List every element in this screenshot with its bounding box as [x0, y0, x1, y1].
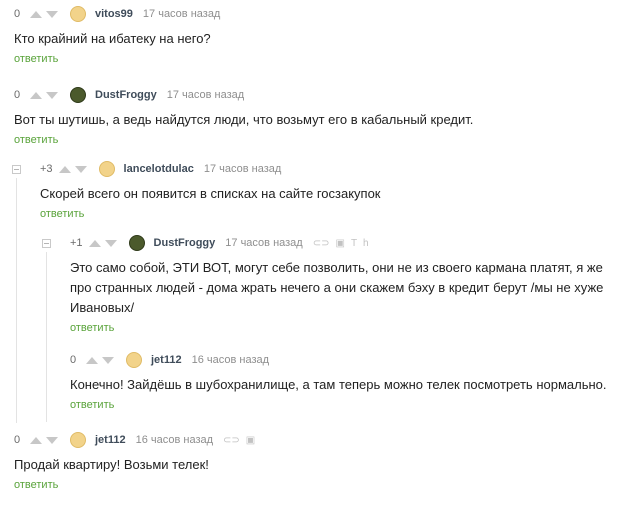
- comment-rating: 0: [70, 354, 77, 366]
- comment: +3 lancelotdulac 17 часов назад Скорей в…: [40, 160, 610, 220]
- username[interactable]: jet112: [151, 354, 182, 366]
- hide-icon[interactable]: h: [363, 238, 369, 249]
- downvote-icon[interactable]: [102, 356, 114, 364]
- comment-rating: 0: [14, 8, 21, 20]
- username[interactable]: vitos99: [95, 8, 133, 20]
- comment-rating: +3: [40, 163, 53, 175]
- comment-time[interactable]: 17 часов назад: [167, 89, 244, 101]
- link-icon[interactable]: ⊂⊃: [313, 238, 330, 249]
- comment-tools: ⊂⊃ ▣: [223, 435, 255, 446]
- reply-link[interactable]: ответить: [40, 208, 610, 220]
- thread-line: [46, 252, 47, 422]
- downvote-icon[interactable]: [46, 10, 58, 18]
- downvote-icon[interactable]: [46, 91, 58, 99]
- comment-text: Это само собой, ЭТИ ВОТ, могут себе позв…: [70, 260, 604, 315]
- username[interactable]: lancelotdulac: [124, 163, 194, 175]
- text-size-icon[interactable]: T: [351, 238, 357, 249]
- reply-link[interactable]: ответить: [14, 479, 614, 491]
- upvote-icon[interactable]: [88, 239, 101, 247]
- reply-link[interactable]: ответить: [70, 322, 618, 334]
- comment-rating: +1: [70, 237, 83, 249]
- comment: 0 DustFroggy 17 часов назад Вот ты шутиш…: [14, 86, 614, 146]
- upvote-icon[interactable]: [58, 165, 71, 173]
- default-avatar[interactable]: [126, 352, 142, 368]
- comment-meta: +1 DustFroggy 17 часов назад ⊂⊃ ▣ T h: [70, 234, 618, 252]
- comment-tools: ⊂⊃ ▣ T h: [313, 238, 369, 249]
- comment-time[interactable]: 17 часов назад: [143, 8, 220, 20]
- comment: 0 jet112 16 часов назад Конечно! Зайдёшь…: [70, 351, 618, 411]
- comment-time[interactable]: 16 часов назад: [136, 434, 213, 446]
- save-icon[interactable]: ▣: [335, 238, 344, 249]
- comment-text: Конечно! Зайдёшь в шубохранилище, а там …: [70, 377, 607, 392]
- default-avatar[interactable]: [70, 432, 86, 448]
- reply-link[interactable]: ответить: [14, 53, 614, 65]
- comment-text: Вот ты шутишь, а ведь найдутся люди, что…: [14, 112, 474, 127]
- downvote-icon[interactable]: [74, 165, 87, 173]
- frog-avatar[interactable]: [70, 87, 86, 103]
- upvote-icon[interactable]: [30, 91, 42, 99]
- username[interactable]: jet112: [95, 434, 126, 446]
- comment-meta: 0 jet112 16 часов назад ⊂⊃ ▣: [14, 431, 614, 449]
- comment-rating: 0: [14, 89, 21, 101]
- comment: 0 vitos99 17 часов назад Кто крайний на …: [14, 5, 614, 65]
- downvote-icon[interactable]: [104, 239, 117, 247]
- thread-line: [16, 178, 17, 423]
- comment: 0 jet112 16 часов назад ⊂⊃ ▣ Продай квар…: [14, 431, 614, 491]
- comment-time[interactable]: 16 часов назад: [192, 354, 269, 366]
- comment-meta: +3 lancelotdulac 17 часов назад: [40, 160, 610, 178]
- link-icon[interactable]: ⊂⊃: [223, 435, 240, 446]
- reply-link[interactable]: ответить: [70, 399, 618, 411]
- default-avatar[interactable]: [70, 6, 86, 22]
- upvote-icon[interactable]: [30, 436, 42, 444]
- comment-meta: 0 jet112 16 часов назад: [70, 351, 618, 369]
- comment-time[interactable]: 17 часов назад: [225, 237, 302, 249]
- downvote-icon[interactable]: [46, 436, 58, 444]
- collapse-toggle-icon[interactable]: [12, 165, 21, 174]
- default-avatar[interactable]: [98, 161, 115, 177]
- reply-link[interactable]: ответить: [14, 134, 614, 146]
- save-icon[interactable]: ▣: [246, 435, 255, 446]
- upvote-icon[interactable]: [86, 356, 98, 364]
- username[interactable]: DustFroggy: [154, 237, 216, 249]
- frog-avatar[interactable]: [128, 235, 145, 251]
- comment-meta: 0 vitos99 17 часов назад: [14, 5, 614, 23]
- comment-text: Скорей всего он появится в списках на са…: [40, 186, 381, 201]
- comment-meta: 0 DustFroggy 17 часов назад: [14, 86, 614, 104]
- comment: +1 DustFroggy 17 часов назад ⊂⊃ ▣ T h Эт…: [70, 234, 618, 334]
- upvote-icon[interactable]: [30, 10, 42, 18]
- collapse-toggle-icon[interactable]: [42, 239, 51, 248]
- comment-time[interactable]: 17 часов назад: [204, 163, 281, 175]
- username[interactable]: DustFroggy: [95, 89, 157, 101]
- comment-text: Кто крайний на ибатеку на него?: [14, 31, 211, 46]
- comment-text: Продай квартиру! Возьми телек!: [14, 457, 209, 472]
- comment-rating: 0: [14, 434, 21, 446]
